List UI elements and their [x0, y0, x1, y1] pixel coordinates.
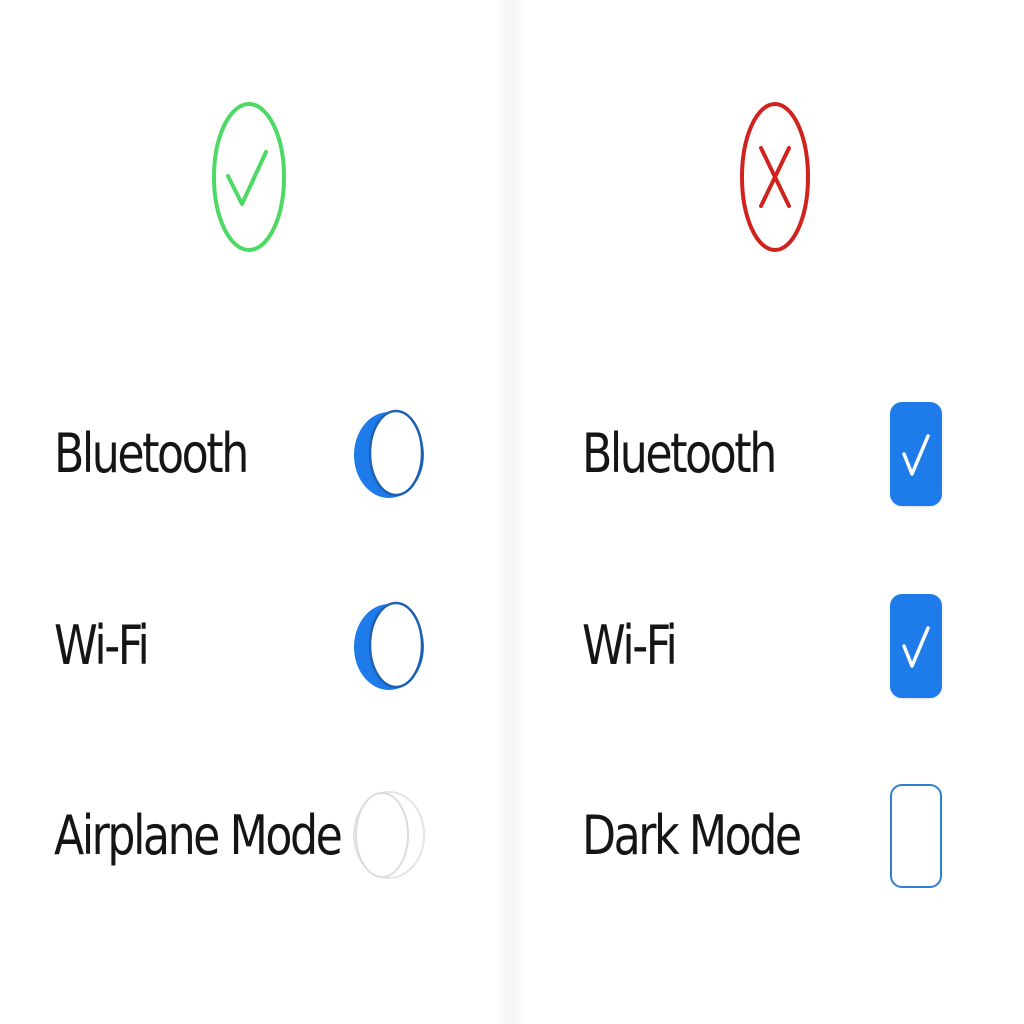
setting-label: Dark Mode	[582, 804, 802, 867]
good-example-panel: Bluetooth Wi-Fi Airplane Mode	[0, 0, 512, 1024]
setting-label: Airplane Mode	[54, 804, 343, 867]
bluetooth-checkbox[interactable]	[890, 402, 942, 506]
setting-label: Wi-Fi	[54, 614, 150, 677]
setting-label: Bluetooth	[54, 422, 249, 485]
setting-row-wifi: Wi-Fi	[0, 586, 512, 706]
setting-row-airplane-mode: Airplane Mode	[0, 776, 512, 896]
bad-example-panel: Bluetooth Wi-Fi Dark Mode	[512, 0, 1024, 1024]
checkmark-icon	[902, 626, 930, 668]
airplane-mode-toggle[interactable]	[352, 788, 426, 884]
wifi-checkbox[interactable]	[890, 594, 942, 698]
setting-row-bluetooth: Bluetooth	[512, 394, 1024, 514]
setting-label: Bluetooth	[582, 422, 777, 485]
setting-label: Wi-Fi	[582, 614, 678, 677]
x-circle-icon	[739, 100, 827, 254]
check-circle-icon	[211, 100, 287, 254]
dark-mode-checkbox[interactable]	[890, 784, 942, 888]
checkmark-icon	[902, 434, 930, 476]
bluetooth-toggle[interactable]	[352, 406, 426, 502]
wifi-toggle[interactable]	[352, 598, 426, 694]
comparison-canvas: Bluetooth Wi-Fi Airplane Mode Bluetooth …	[0, 0, 1024, 1024]
setting-row-bluetooth: Bluetooth	[0, 394, 512, 514]
setting-row-dark-mode: Dark Mode	[512, 776, 1024, 896]
setting-row-wifi: Wi-Fi	[512, 586, 1024, 706]
